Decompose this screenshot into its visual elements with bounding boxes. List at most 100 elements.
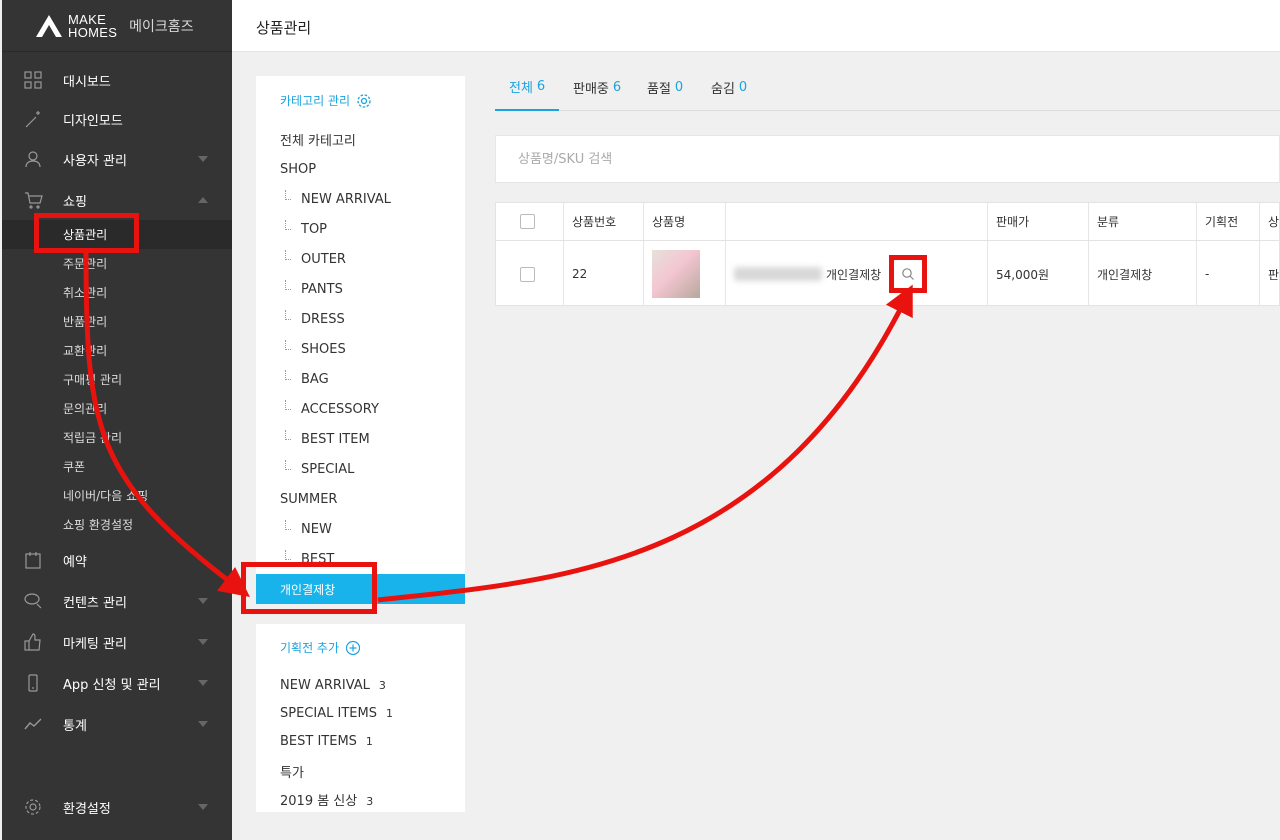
category-item[interactable]: SHOES [256,334,465,364]
category-item[interactable]: BAG [256,364,465,394]
promotion-item[interactable]: BEST ITEMS 1 [280,734,373,749]
sidebar-sub-reviews[interactable]: 구매평 관리 [2,365,232,394]
tab-all[interactable]: 전체 6 [495,64,560,111]
preview-button[interactable] [889,255,928,293]
header-product-no: 상품번호 [564,203,644,240]
header-promotion: 기획전 [1197,203,1260,240]
sidebar-item-statistics[interactable]: 통계 [2,704,232,744]
sidebar-sub-shop-settings[interactable]: 쇼핑 환경설정 [2,510,232,539]
sidebar-item-label: 사용자 관리 [63,153,127,169]
sidebar-item-label: 쇼핑 [63,194,87,210]
sidebar-sub-exchanges[interactable]: 교환관리 [2,336,232,365]
promotion-panel: 기획전 추가 NEW ARRIVAL 3 SPECIAL ITEMS 1 BEST … [256,624,465,812]
blurred-text [734,267,822,281]
sidebar-item-label: 마케팅 관리 [63,636,127,652]
top-header: 상품관리 [232,0,1280,52]
header-blank [726,203,988,240]
row-price: 54,000원 [988,241,1089,305]
logo-words: MAKE HOMES [68,11,118,40]
logo-mark-icon [36,14,62,37]
row-promotion: - [1197,241,1260,305]
category-item[interactable]: OUTER [256,244,465,274]
header-status: 상 [1268,215,1280,229]
sidebar-sub-naver-daum[interactable]: 네이버/다음 쇼핑 [2,481,232,510]
select-all-checkbox[interactable] [520,214,535,229]
tab-hidden[interactable]: 숨김 0 [697,64,761,111]
brand-logo[interactable]: MAKE HOMES 메이크홈즈 [2,0,232,52]
row-product-name[interactable]: 개인결제창 [826,266,881,283]
category-item[interactable]: NEW [256,514,465,544]
brand-korean-name: 메이크홈즈 [129,18,194,35]
row-select-cell [496,241,564,305]
annotation-box-product-management [34,213,139,253]
sidebar-sub-points[interactable]: 적립금 관리 [2,423,232,452]
category-item[interactable]: PANTS [256,274,465,304]
tab-sold-out[interactable]: 품절 0 [633,64,697,111]
dashboard-icon [24,71,42,89]
sidebar-sub-coupons[interactable]: 쿠폰 [2,452,232,481]
header-category: 분류 [1089,203,1197,240]
sidebar-item-label: 예약 [63,554,87,570]
promotion-item[interactable]: 2019 봄 신상 3 [280,790,373,809]
user-icon [25,151,41,168]
thumbs-up-icon [24,633,41,651]
category-item[interactable]: SUMMER [256,484,465,514]
sidebar-item-app[interactable]: App 신청 및 관리 [2,663,232,703]
row-category: 개인결제창 [1089,241,1197,305]
chevron-down-icon [198,156,208,162]
chat-icon [24,593,42,609]
select-all-cell [496,203,564,240]
plus-circle-icon [345,640,361,655]
category-item[interactable]: NEW ARRIVAL [256,184,465,214]
table-row[interactable]: 22 개인결제창 54,000원 개인결제창 - 판 [496,241,1280,305]
wand-icon [25,111,40,128]
chart-icon [24,718,42,730]
sidebar-sub-inquiries[interactable]: 문의관리 [2,394,232,423]
category-item[interactable]: SPECIAL [256,454,465,484]
row-checkbox[interactable] [520,266,535,282]
product-thumbnail[interactable] [652,250,700,298]
sidebar-sub-orders[interactable]: 주문관리 [2,249,232,278]
tab-on-sale[interactable]: 판매중 6 [559,64,635,111]
category-item[interactable]: ACCESSORY [256,394,465,424]
sidebar-item-reservation[interactable]: 예약 [2,540,232,580]
phone-icon [28,674,38,692]
chevron-down-icon [198,804,208,810]
header-product-name: 상품명 [644,203,726,240]
status-tabs: 전체 6 판매중 6 품절 0 숨김 0 [495,64,1280,111]
promotion-item[interactable]: SPECIAL ITEMS 1 [280,706,393,721]
sidebar-item-label: 디자인모드 [63,113,123,129]
category-item[interactable]: DRESS [256,304,465,334]
gear-icon [25,799,41,815]
search-box [495,135,1280,183]
row-status: 판 [1268,267,1280,282]
gear-icon [357,93,371,108]
sidebar-item-content[interactable]: 컨텐츠 관리 [2,581,232,621]
chevron-down-icon [198,639,208,645]
sidebar-item-settings[interactable]: 환경설정 [2,787,232,827]
sidebar-item-label: 환경설정 [63,801,111,817]
category-item[interactable]: BEST ITEM [256,424,465,454]
category-item[interactable]: 전체 카테고리 [256,124,465,154]
header-price: 판매가 [988,203,1089,240]
search-input[interactable] [518,149,1118,169]
sidebar-item-design-mode[interactable]: 디자인모드 [2,99,232,139]
sidebar-item-users[interactable]: 사용자 관리 [2,139,232,179]
sidebar: MAKE HOMES 메이크홈즈 대시보드 디자인모드 사용자 관리 쇼핑 상품… [2,0,232,840]
sidebar-sub-cancellations[interactable]: 취소관리 [2,278,232,307]
chevron-down-icon [198,680,208,686]
category-item[interactable]: TOP [256,214,465,244]
row-product-no: 22 [564,241,644,305]
sidebar-item-marketing[interactable]: 마케팅 관리 [2,622,232,662]
page-title: 상품관리 [256,19,312,37]
promotion-item[interactable]: NEW ARRIVAL 3 [280,678,386,693]
add-promotion-link[interactable]: 기획전 추가 [280,639,361,656]
category-item[interactable]: SHOP [256,154,465,184]
category-manage-link[interactable]: 카테고리 관리 [280,92,372,109]
sidebar-sub-returns[interactable]: 반품관리 [2,307,232,336]
row-name-cell: 개인결제창 [726,241,988,305]
promotion-item[interactable]: 특가 [280,762,313,781]
category-panel: 카테고리 관리 전체 카테고리 SHOP NEW ARRIVAL TOP OUT… [256,76,465,604]
chevron-down-icon [198,598,208,604]
sidebar-item-dashboard[interactable]: 대시보드 [2,60,232,100]
